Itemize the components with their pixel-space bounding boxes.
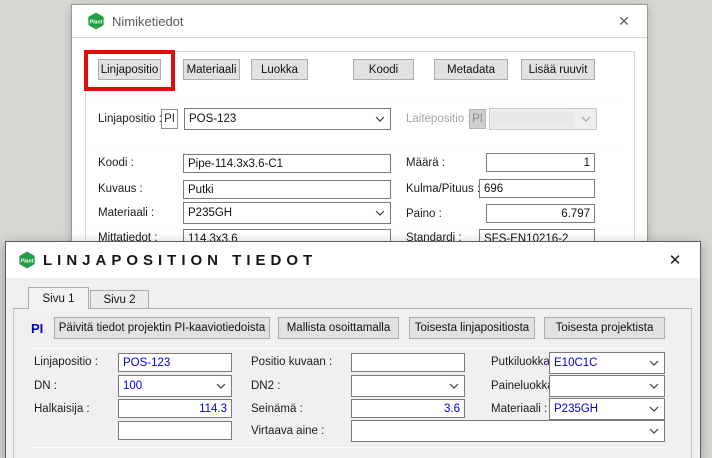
plant-app-icon: Plant [87,12,105,30]
tab-page-border-right [691,309,692,458]
seinama-input[interactable] [351,399,465,418]
paino-input[interactable] [486,204,595,223]
kuvaus-input[interactable] [183,180,391,199]
tab-button-materiaali[interactable]: Materiaali [183,59,240,80]
dn2-label: DN2 : [251,377,280,396]
putkiluokka-combobox[interactable]: E10C1C [549,352,665,374]
maara-label: Määrä : [406,154,445,173]
tab-button-linjapositio[interactable]: Linjapositio [98,59,161,80]
pi-badge[interactable]: PI [161,109,178,129]
paivita-pi-kaaviotiedoista-button[interactable]: Päivitä tiedot projektin PI-kaaviotiedoi… [54,317,270,339]
toisesta-linjapositiosta-button[interactable]: Toisesta linjapositiosta [409,317,535,339]
linjaposition-titlebar: Plant LINJAPOSITION TIEDOT ✕ [6,242,700,278]
dn-combobox[interactable]: 100 [118,375,232,397]
chevron-down-icon [576,109,596,129]
koodi-input[interactable] [183,154,391,173]
linjapositio-value: POS-123 [185,113,370,125]
tab-sivu-2[interactable]: Sivu 2 [90,290,149,309]
putkiluokka-label: Putkiluokka : [491,353,556,372]
chevron-down-icon[interactable] [644,421,664,441]
chevron-down-icon[interactable] [644,399,664,419]
chevron-down-icon[interactable] [370,203,390,223]
chevron-down-icon[interactable] [444,376,464,396]
positio-kuvaan-input[interactable] [351,353,465,372]
chevron-down-icon[interactable] [370,109,390,129]
chevron-down-icon[interactable] [211,376,231,396]
tab-page-border-left [13,309,14,458]
linjapositio-input[interactable] [118,353,232,372]
dn-label: DN : [34,377,57,396]
close-icon[interactable]: ✕ [611,9,637,33]
linjaposition-tiedot-window: Plant LINJAPOSITION TIEDOT ✕ Sivu 1 Sivu… [5,241,701,458]
seinama-label: Seinämä : [251,400,303,419]
svg-text:Plant: Plant [90,19,103,25]
kulma-pituus-input[interactable] [479,179,595,198]
chevron-down-icon[interactable] [644,376,664,396]
laitepositio-combobox [489,108,597,130]
koodi-label: Koodi : [98,154,134,173]
tab-button-lisaa-ruuvit[interactable]: Lisää ruuvit [521,59,595,80]
linjapositio-label: Linjapositio : [98,110,162,129]
window-title: LINJAPOSITION TIEDOT [43,252,317,269]
nimiketiedot-titlebar: Plant Nimiketiedot ✕ [72,5,647,38]
toisesta-projektista-button[interactable]: Toisesta projektista [544,317,665,339]
tab-button-luokka[interactable]: Luokka [251,59,308,80]
paineluokka-combobox[interactable] [549,375,665,397]
window-title: Nimiketiedot [112,14,184,29]
close-icon[interactable]: ✕ [662,248,688,272]
materiaali-label: Materiaali : [491,400,547,419]
linjapositio-combobox[interactable]: POS-123 [184,108,391,130]
tab-sivu-1[interactable]: Sivu 1 [28,287,89,309]
materiaali-value: P235GH [550,403,644,415]
separator [29,447,665,448]
materiaali-combobox[interactable]: P235GH [183,202,391,224]
separator [86,144,621,145]
tab-button-koodi[interactable]: Koodi [353,59,414,80]
chevron-down-icon[interactable] [644,353,664,373]
materiaali-value: P235GH [184,207,370,219]
plant-app-icon: Plant [18,251,36,269]
separator [29,348,665,349]
halkaisija-label: Halkaisija : [34,400,90,419]
mallista-osoittamalla-button[interactable]: Mallista osoittamalla [278,317,399,339]
materiaali-label: Materiaali : [98,204,154,223]
extra-empty-input[interactable] [118,421,232,440]
virtaava-aine-combobox[interactable] [351,420,665,442]
positio-kuvaan-label: Positio kuvaan : [251,353,332,372]
kuvaus-label: Kuvaus : [98,180,143,199]
putkiluokka-value: E10C1C [550,357,644,369]
pi-badge-disabled: PI [469,109,486,129]
dn2-combobox[interactable] [351,375,465,397]
dn-value: 100 [119,380,211,392]
laitepositio-label: Laitepositio : [406,110,471,129]
materiaali-combobox[interactable]: P235GH [549,398,665,420]
virtaava-aine-label: Virtaava aine : [251,422,324,441]
svg-text:Plant: Plant [21,258,34,264]
linjapositio-label: Linjapositio : [34,353,98,372]
kulma-pituus-label: Kulma/Pituus : [406,180,480,199]
tab-strip-line [13,308,692,309]
tab-button-metadata[interactable]: Metadata [434,59,508,80]
paino-label: Paino : [406,205,442,224]
laitepositio-value [491,111,575,127]
maara-input[interactable] [486,153,595,172]
separator [86,96,621,97]
pi-accent-label: PI [31,321,43,336]
halkaisija-input[interactable] [118,399,232,418]
